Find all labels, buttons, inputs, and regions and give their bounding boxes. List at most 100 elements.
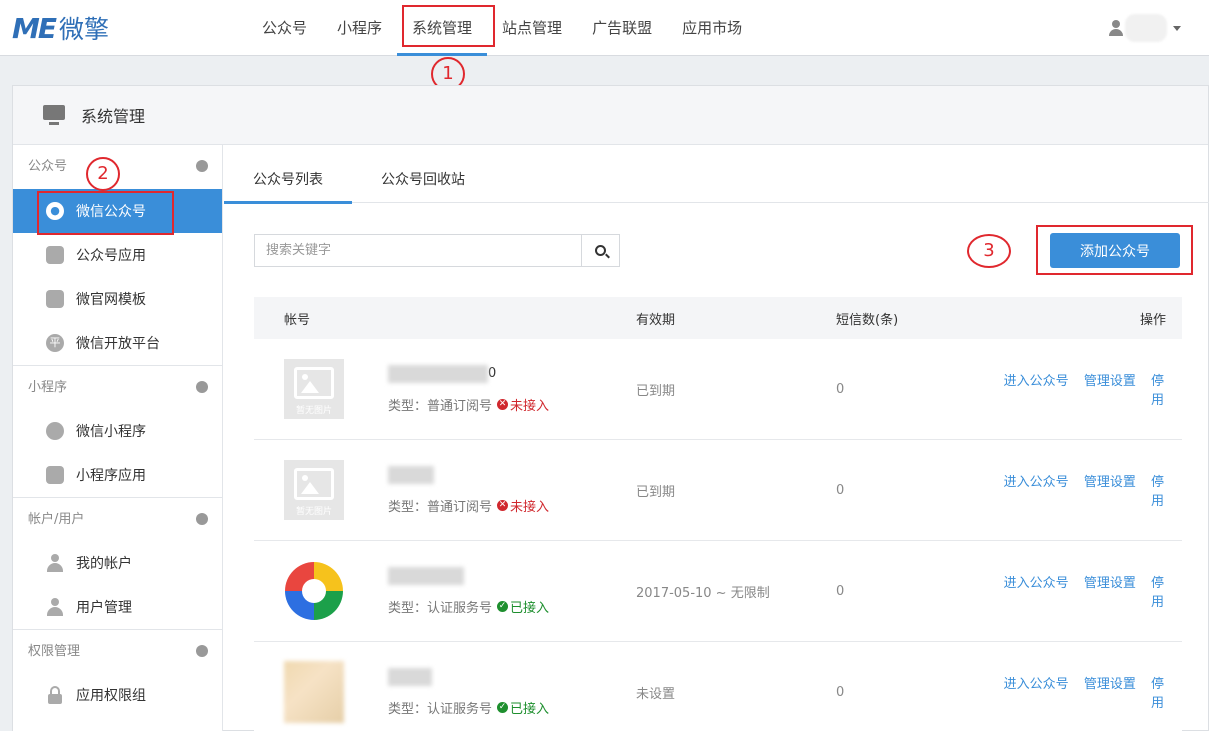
top-navbar: ME 微擎 公众号 小程序 系统管理 站点管理 广告联盟 应用市场	[0, 0, 1209, 56]
table-row: 暂无图片 0 类型：普通订阅号 ✕ 未接入 已到期 0 进入公众号 管理设置 停…	[254, 339, 1182, 440]
search-button[interactable]	[581, 235, 619, 266]
nav-official-accounts[interactable]: 公众号	[247, 0, 322, 56]
sidebar-group-mini-programs: 小程序	[13, 365, 222, 409]
search-icon	[595, 245, 606, 256]
manage-settings-link[interactable]: 管理设置	[1084, 677, 1136, 692]
enter-account-link[interactable]: 进入公众号	[1004, 374, 1069, 389]
app-bag-icon	[46, 246, 64, 264]
sidebar-item-mini-program-apps[interactable]: 小程序应用	[13, 453, 222, 497]
platform-icon: 平	[46, 334, 64, 352]
sidebar-item-official-account-apps[interactable]: 公众号应用	[13, 233, 222, 277]
no-image-thumbnail: 暂无图片	[284, 359, 344, 419]
manage-settings-link[interactable]: 管理设置	[1084, 576, 1136, 591]
sidebar-group-label: 帐户/用户	[28, 512, 85, 527]
enter-account-link[interactable]: 进入公众号	[1004, 475, 1069, 490]
account-cell: 类型：认证服务号 ✓ 已接入	[254, 562, 636, 620]
account-meta: 类型：普通订阅号 ✕ 未接入	[388, 395, 549, 414]
sidebar-group-accounts-users: 帐户/用户	[13, 497, 222, 541]
sidebar-item-label: 公众号应用	[76, 248, 146, 264]
nav-ad-alliance[interactable]: 广告联盟	[577, 0, 667, 56]
tab-recycle-bin[interactable]: 公众号回收站	[352, 145, 494, 203]
annotation-box-3	[1036, 225, 1193, 275]
sidebar-item-micro-site-templates[interactable]: 微官网模板	[13, 277, 222, 321]
disable-link[interactable]: 停用	[1151, 576, 1164, 610]
disable-link[interactable]: 停用	[1151, 374, 1164, 408]
image-placeholder-icon	[294, 367, 334, 399]
account-avatar-redacted	[284, 661, 344, 723]
sidebar-item-label: 应用权限组	[76, 688, 146, 704]
annotation-marker-3: 3	[967, 234, 1011, 268]
sidebar-item-label: 微信开放平台	[76, 336, 160, 352]
tab-bar: 公众号列表 公众号回收站	[224, 145, 1209, 204]
sidebar-item-wechat-mini-program[interactable]: 微信小程序	[13, 409, 222, 453]
sidebar-group-label: 权限管理	[28, 644, 81, 659]
nav-mini-programs[interactable]: 小程序	[322, 0, 397, 56]
template-icon	[46, 290, 64, 308]
ops-cell: 进入公众号 管理设置 停用	[986, 370, 1182, 408]
enter-account-link[interactable]: 进入公众号	[1004, 576, 1069, 591]
expiry-cell: 已到期	[636, 484, 676, 500]
manage-settings-link[interactable]: 管理设置	[1084, 374, 1136, 389]
disable-link[interactable]: 停用	[1151, 475, 1164, 509]
account-meta: 类型：认证服务号 ✓ 已接入	[388, 698, 549, 717]
sidebar-item-user-management[interactable]: 用户管理	[13, 585, 222, 629]
sms-cell: 0	[836, 482, 845, 498]
table-row: 类型：认证服务号 ✓ 已接入 2017-05-10 ~ 无限制 0 进入公众号 …	[254, 541, 1182, 642]
account-info: 类型：普通订阅号 ✕ 未接入	[388, 465, 550, 515]
account-avatar	[285, 562, 343, 620]
nav-app-market[interactable]: 应用市场	[667, 0, 757, 56]
annotation-marker-2: 2	[86, 157, 120, 191]
thumbnail-caption: 暂无图片	[295, 507, 332, 517]
status-label: 未接入	[510, 398, 550, 414]
account-type: 类型：普通订阅号	[388, 398, 493, 414]
sidebar-item-label: 我的帐户	[76, 556, 132, 572]
account-name-redacted	[388, 566, 464, 585]
nav-site-management[interactable]: 站点管理	[487, 0, 577, 56]
status-label: 未接入	[510, 499, 550, 515]
image-placeholder-icon	[294, 468, 334, 500]
sms-cell: 0	[836, 684, 845, 700]
sidebar-item-app-permission-groups[interactable]: 应用权限组	[13, 673, 222, 717]
panel-header: 系统管理	[13, 86, 1208, 145]
tab-account-list[interactable]: 公众号列表	[224, 145, 352, 204]
disable-link[interactable]: 停用	[1151, 677, 1164, 711]
sidebar-item-my-account[interactable]: 我的帐户	[13, 541, 222, 585]
logo[interactable]: ME 微擎	[12, 11, 110, 45]
col-expiry: 有效期	[636, 312, 676, 328]
ops-cell: 进入公众号 管理设置 停用	[986, 572, 1182, 610]
status-badge: ✓ 已接入	[497, 597, 549, 616]
account-cell: 暂无图片 类型：普通订阅号 ✕ 未接入	[254, 460, 636, 520]
expiry-cell: 已到期	[636, 383, 676, 399]
error-icon: ✕	[497, 398, 509, 410]
gear-icon[interactable]	[196, 160, 208, 172]
chevron-down-icon	[1173, 25, 1181, 31]
manage-settings-link[interactable]: 管理设置	[1084, 475, 1136, 490]
sidebar-item-label: 微官网模板	[76, 292, 146, 308]
check-icon: ✓	[497, 600, 509, 612]
table-row: 类型：认证服务号 ✓ 已接入 未设置 0 进入公众号 管理设置 停用	[254, 642, 1182, 731]
account-name-redacted	[388, 667, 432, 686]
status-label: 已接入	[510, 701, 550, 717]
users-icon	[46, 598, 64, 616]
account-type: 类型：认证服务号	[388, 701, 493, 717]
logo-text: 微擎	[59, 15, 110, 44]
col-ops: 操作	[1139, 312, 1166, 328]
sidebar-item-open-platform[interactable]: 平 微信开放平台	[13, 321, 222, 365]
enter-account-link[interactable]: 进入公众号	[1004, 677, 1069, 692]
gear-icon[interactable]	[196, 513, 208, 525]
sidebar-group-label: 小程序	[28, 380, 68, 395]
account-name-tail: 0	[488, 366, 497, 381]
user-menu[interactable]	[1109, 14, 1181, 42]
panel-title: 系统管理	[81, 107, 146, 126]
gear-icon[interactable]	[196, 645, 208, 657]
gear-icon[interactable]	[196, 381, 208, 393]
logo-mark: ME	[12, 11, 57, 45]
table-row: 暂无图片 类型：普通订阅号 ✕ 未接入 已到期 0 进入公众号 管理设置 停用	[254, 440, 1182, 541]
account-type: 类型：普通订阅号	[388, 499, 493, 515]
search-input[interactable]	[255, 235, 581, 266]
accounts-table: 帐号 有效期 短信数(条) 操作 暂无图片 0 类型：普通订阅号 ✕ 未接入 已…	[254, 297, 1182, 731]
account-info: 0 类型：普通订阅号 ✕ 未接入	[388, 364, 549, 414]
user-icon	[1109, 20, 1123, 36]
username-redacted	[1125, 14, 1167, 42]
sms-cell: 0	[836, 583, 845, 599]
